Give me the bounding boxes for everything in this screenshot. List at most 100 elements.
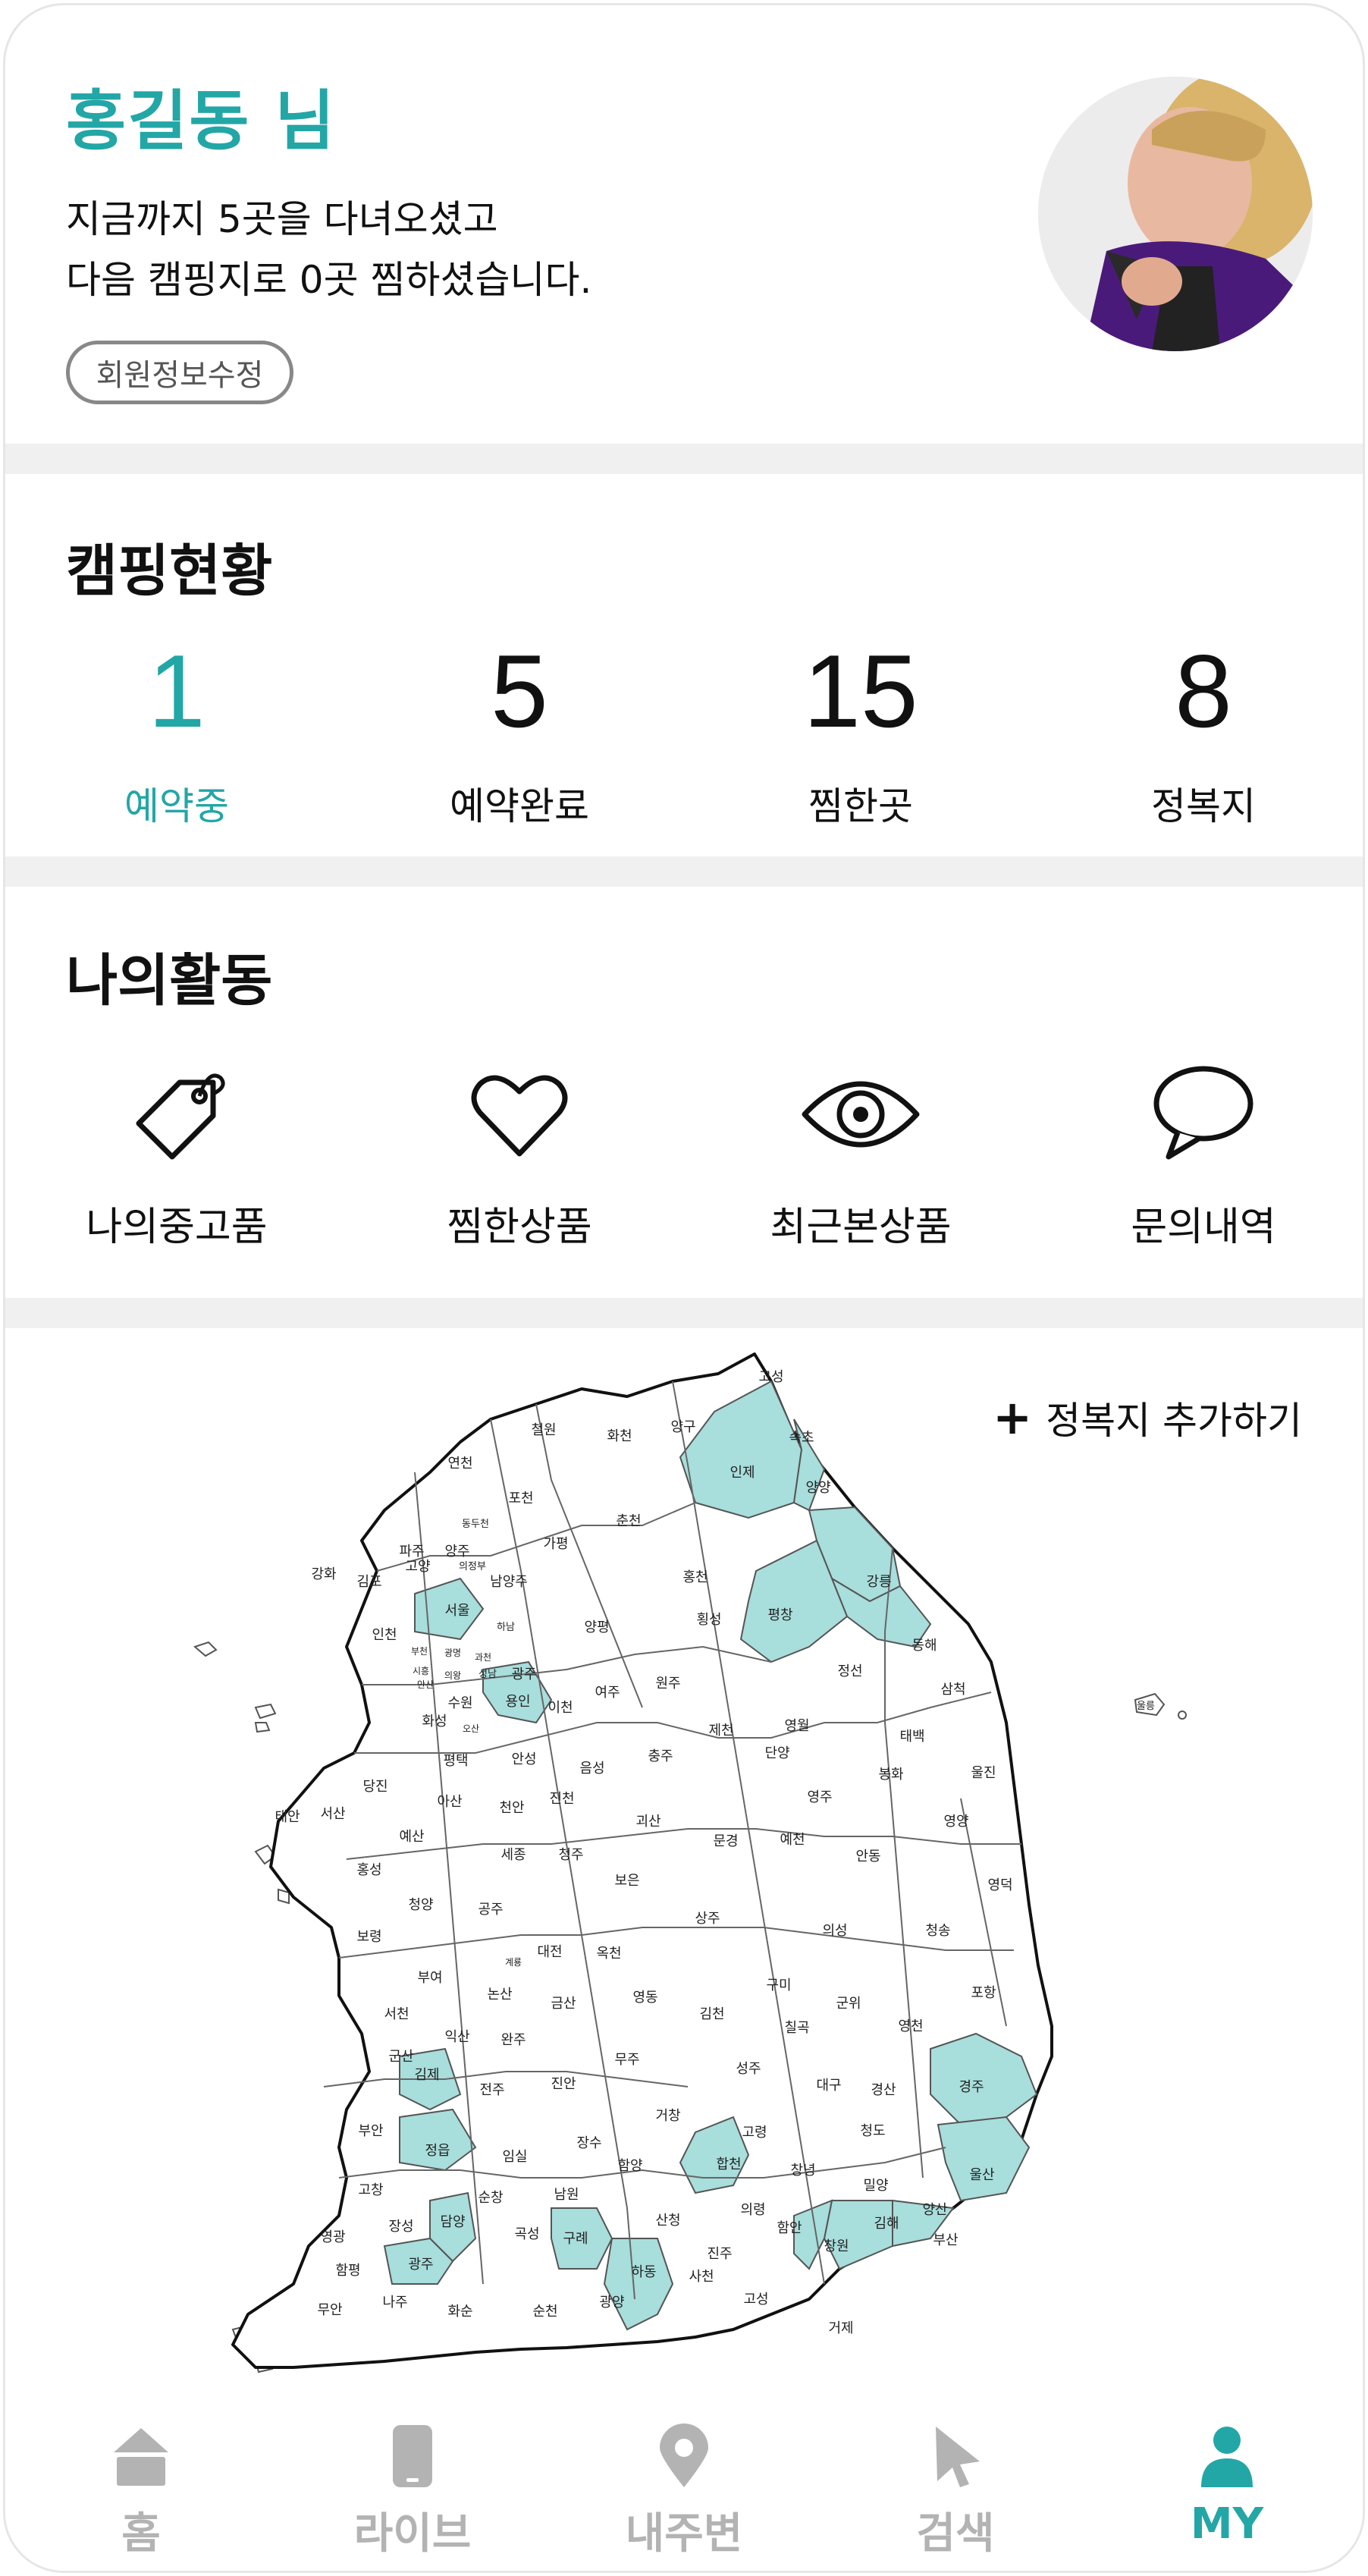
map-region-label[interactable]: 문경 [713,1833,738,1849]
map-region-label[interactable]: 안동 [855,1849,880,1864]
map-region-label[interactable]: 대전 [537,1944,562,1960]
map-region-label[interactable]: 순천 [532,2304,557,2320]
map-region-label[interactable]: 청도 [860,2123,885,2139]
map-region-label[interactable]: 영주 [807,1789,832,1805]
map-region-label[interactable]: 합천 [716,2157,741,2172]
map-region-label[interactable]: 연천 [447,1456,472,1472]
activity-inquiries[interactable]: 문의내역 [1044,1061,1363,1252]
map-region-label[interactable]: 삼척 [940,1682,965,1698]
map-region-label[interactable]: 남원 [554,2187,579,2203]
map-region-label[interactable]: 평택 [443,1753,468,1769]
map-region-label[interactable]: 부산 [933,2232,958,2248]
map-region-label[interactable]: 계룡 [505,1957,522,1968]
map-region-label[interactable]: 보은 [614,1873,639,1889]
map-region-label[interactable]: 시흥 [413,1666,429,1676]
stat-conquered[interactable]: 8 정복지 [1044,639,1363,831]
map-region-label[interactable]: 공주 [478,1902,503,1918]
map-region-label[interactable]: 구례 [563,2231,588,2247]
map-region-label[interactable]: 양양 [805,1480,830,1496]
map-region-label[interactable]: 횡성 [696,1612,721,1628]
map-region-label[interactable]: 예천 [780,1832,805,1848]
map-region-label[interactable]: 임실 [502,2149,527,2165]
map-region-label[interactable]: 김포 [356,1574,381,1590]
map-region-label[interactable]: 여주 [595,1685,620,1701]
map-region-label[interactable]: 무안 [317,2302,342,2318]
map-region-label[interactable]: 아산 [437,1794,462,1810]
map-region-label[interactable]: 부여 [417,1970,442,1986]
map-region-label[interactable]: 의왕 [444,1670,461,1681]
nav-live[interactable]: 라이브 [277,2393,548,2571]
map-region-label[interactable]: 장수 [576,2135,601,2151]
map-region-label[interactable]: 영동 [632,1990,657,2006]
map-region-label[interactable]: 춘천 [616,1513,641,1529]
map-region-label[interactable]: 무주 [614,2052,639,2068]
map-region-label[interactable]: 김천 [699,2006,724,2022]
map-region-label[interactable]: 영천 [898,2018,923,2034]
activity-used-items[interactable]: 나의중고품 [17,1061,336,1252]
map-region-label[interactable]: 서울 [444,1603,469,1619]
map-region-label[interactable]: 보령 [356,1929,381,1945]
map-region-label[interactable]: 홍천 [682,1569,708,1585]
map-region-label[interactable]: 울산 [969,2167,994,2183]
map-region-label[interactable]: 칠곡 [784,2020,809,2036]
map-region-label[interactable]: 영광 [320,2229,345,2245]
map-region-label[interactable]: 청송 [925,1923,950,1939]
map-region-label[interactable]: 화순 [447,2304,472,2320]
stat-completed[interactable]: 5 예약완료 [360,639,679,831]
map-region-label[interactable]: 부안 [358,2123,383,2139]
map-region-label[interactable]: 천안 [499,1800,524,1816]
map-region-label[interactable]: 강화 [311,1566,336,1582]
map-region-label[interactable]: 봉화 [878,1767,903,1783]
map-region-label[interactable]: 서산 [320,1806,345,1822]
map-region-label[interactable]: 울릉 [1137,1701,1155,1712]
map-region-label[interactable]: 창원 [824,2238,849,2254]
map-region-label[interactable]: 청양 [408,1897,433,1913]
activity-wish-products[interactable]: 찜한상품 [360,1061,679,1252]
avatar[interactable] [1038,77,1313,351]
map-region-label[interactable]: 포항 [971,1985,996,2001]
map-region-label[interactable]: 동두천 [462,1519,489,1530]
map-region-label[interactable]: 충주 [648,1748,673,1764]
map-region-label[interactable]: 거제 [828,2320,853,2336]
map-region-label[interactable]: 오산 [463,1723,479,1734]
map-region-label[interactable]: 예산 [399,1829,424,1845]
map-region-label[interactable]: 순창 [478,2190,503,2206]
map-region-label[interactable]: 함안 [777,2220,802,2236]
map-region-label[interactable]: 장성 [388,2219,413,2235]
map-region-label[interactable]: 완주 [500,2032,526,2048]
map-region-label[interactable]: 평창 [767,1607,792,1623]
map-region-label[interactable]: 진안 [551,2076,576,2092]
map-region-label[interactable]: 경산 [871,2082,896,2098]
map-region-label[interactable]: 창녕 [790,2163,815,2179]
nav-nearby[interactable]: 내주변 [548,2393,820,2571]
map-region-label[interactable]: 이천 [548,1700,573,1716]
map-region-label[interactable]: 하동 [631,2264,656,2280]
map-region-label[interactable]: 영월 [784,1718,809,1734]
map-region-label[interactable]: 곡성 [514,2226,539,2242]
map-region-label[interactable]: 사천 [689,2269,714,2285]
map-region-label[interactable]: 양주 [444,1544,469,1560]
map-region-label[interactable]: 과천 [475,1651,491,1663]
map-region-label[interactable]: 광명 [444,1648,461,1658]
map-region-label[interactable]: 고성 [743,2292,768,2307]
map-region-label[interactable]: 부천 [411,1645,428,1657]
map-region-label[interactable]: 당진 [362,1779,387,1795]
stat-wished[interactable]: 15 찜한곳 [701,639,1020,831]
map-region-label[interactable]: 양평 [584,1619,609,1635]
map-region-label[interactable]: 함평 [335,2263,360,2279]
map-region-label[interactable]: 인천 [372,1627,397,1643]
map-region-label[interactable]: 음성 [579,1761,604,1776]
map-region-label[interactable]: 양산 [922,2202,947,2218]
map-region-label[interactable]: 동해 [911,1638,937,1654]
map-region-label[interactable]: 담양 [440,2214,465,2230]
map-region-label[interactable]: 고령 [742,2125,767,2141]
map-region-label[interactable]: 정읍 [425,2143,450,2159]
map-region-label[interactable]: 김제 [414,2067,439,2083]
map-region-label[interactable]: 철원 [531,1422,556,1438]
map-region-label[interactable]: 속초 [789,1430,814,1446]
map-region-label[interactable]: 군위 [836,1996,861,2012]
map-region-label[interactable]: 홍성 [356,1862,381,1878]
map-region-label[interactable]: 의정부 [459,1561,486,1572]
map-region-label[interactable]: 가평 [543,1536,568,1552]
activity-recent-products[interactable]: 최근본상품 [701,1061,1020,1252]
